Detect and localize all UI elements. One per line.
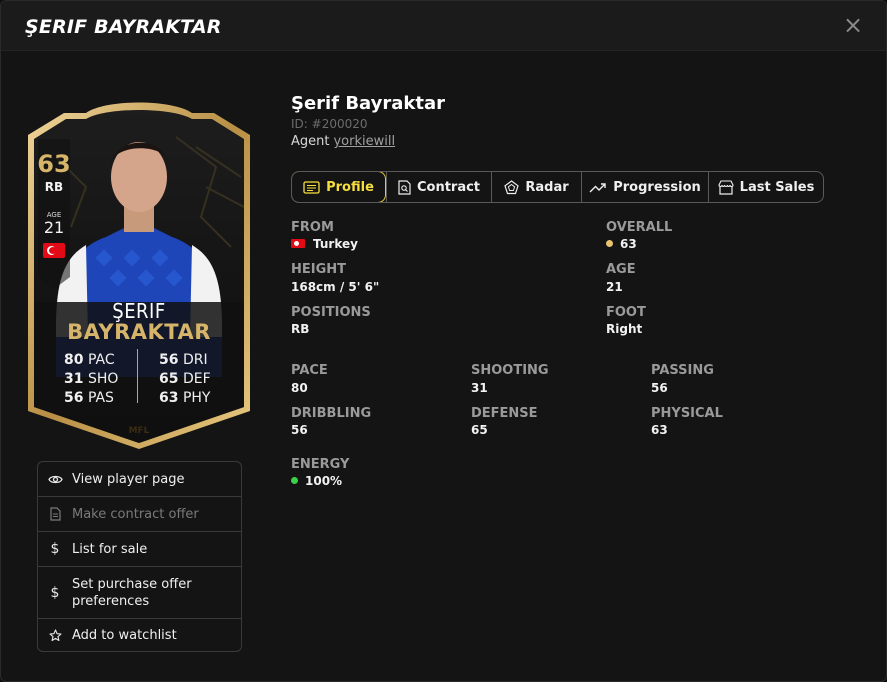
document-icon: [38, 507, 72, 521]
shooting-label: SHOOTING: [471, 363, 549, 378]
dribbling-value: 56: [291, 423, 308, 437]
tab-last-sales[interactable]: Last Sales: [708, 172, 823, 202]
agent-label: Agent: [291, 134, 330, 149]
tab-radar[interactable]: Radar: [491, 172, 581, 202]
player-name: Şerif Bayraktar: [291, 93, 445, 114]
list-for-sale-button[interactable]: $ List for sale: [38, 531, 241, 566]
view-player-page-button[interactable]: View player page: [38, 462, 241, 496]
player-actions-menu: View player page Make contract offer $ L…: [37, 461, 242, 652]
defense-label: DEFENSE: [471, 406, 538, 421]
player-agent: Agent yorkiewill: [291, 134, 395, 149]
overall-label: OVERALL: [606, 220, 673, 235]
from-label: FROM: [291, 220, 334, 235]
positions-value: RB: [291, 322, 310, 336]
card-logo: MFL: [129, 426, 150, 436]
height-value: 168cm / 5' 6": [291, 280, 380, 294]
card-last-name: BAYRAKTAR: [67, 320, 211, 344]
foot-label: FOOT: [606, 305, 646, 320]
tab-contract[interactable]: Contract: [386, 172, 491, 202]
card-age: 21: [43, 218, 65, 237]
tab-progression[interactable]: Progression: [581, 172, 708, 202]
progression-icon: [589, 183, 606, 193]
energy-dot-icon: [291, 477, 298, 484]
card-stat-phy: 63 PHY: [159, 390, 211, 406]
modal-title: ŞERIF BAYRAKTAR: [25, 16, 222, 38]
shooting-value: 31: [471, 381, 488, 395]
energy-label: ENERGY: [291, 457, 350, 472]
add-to-watchlist-button[interactable]: Add to watchlist: [38, 618, 241, 652]
age-label: AGE: [606, 262, 636, 277]
close-icon[interactable]: ×: [842, 13, 864, 37]
turkey-flag-icon: [43, 243, 65, 258]
contract-icon: [398, 179, 411, 195]
shop-icon: [718, 179, 734, 195]
card-stat-pac: 80 PAC: [64, 352, 115, 368]
card-overall: 63: [37, 150, 71, 178]
foot-value: Right: [606, 322, 643, 336]
dollar-icon: $: [50, 541, 60, 557]
passing-value: 56: [651, 381, 668, 395]
card-position: RB: [44, 180, 64, 194]
overall-dot-icon: [606, 240, 613, 247]
profile-icon: [303, 180, 320, 194]
pace-label: PACE: [291, 363, 328, 378]
agent-link[interactable]: yorkiewill: [333, 134, 395, 149]
tab-profile[interactable]: Profile: [292, 172, 386, 202]
dollar-icon: $: [50, 584, 60, 601]
star-icon: [38, 629, 72, 642]
modal-header: ŞERIF BAYRAKTAR ×: [1, 1, 886, 51]
energy-value: 100%: [291, 474, 342, 488]
card-stat-sho: 31 SHO: [64, 371, 119, 387]
make-contract-offer-button[interactable]: Make contract offer: [38, 496, 241, 531]
player-card: MFL 63 RB AGE 21 ŞERIF BAYRAKTAR 80 PAC …: [26, 77, 252, 449]
defense-value: 65: [471, 423, 488, 437]
turkey-flag-icon: [291, 239, 305, 248]
from-value: Turkey: [291, 237, 358, 251]
card-stat-def: 65 DEF: [159, 371, 211, 387]
physical-label: PHYSICAL: [651, 406, 723, 421]
passing-label: PASSING: [651, 363, 714, 378]
player-modal: ŞERIF BAYRAKTAR × MFL 63 RB AGE 21 ŞERIF…: [0, 0, 887, 682]
overall-value: 63: [606, 237, 637, 251]
card-stat-dri: 56 DRI: [159, 352, 208, 368]
eye-icon: [38, 474, 72, 485]
pace-value: 80: [291, 381, 308, 395]
card-stat-pas: 56 PAS: [64, 390, 114, 406]
radar-icon: [504, 179, 520, 194]
physical-value: 63: [651, 423, 668, 437]
set-purchase-offer-preferences-button[interactable]: $ Set purchase offer preferences: [38, 566, 241, 618]
age-value: 21: [606, 280, 623, 294]
dribbling-label: DRIBBLING: [291, 406, 372, 421]
detail-tabs: Profile Contract Radar Progression Last …: [291, 171, 824, 203]
height-label: HEIGHT: [291, 262, 347, 277]
card-stats-divider: [137, 349, 138, 403]
card-frame: MFL: [28, 102, 250, 449]
positions-label: POSITIONS: [291, 305, 371, 320]
player-id: ID: #200020: [291, 117, 368, 131]
